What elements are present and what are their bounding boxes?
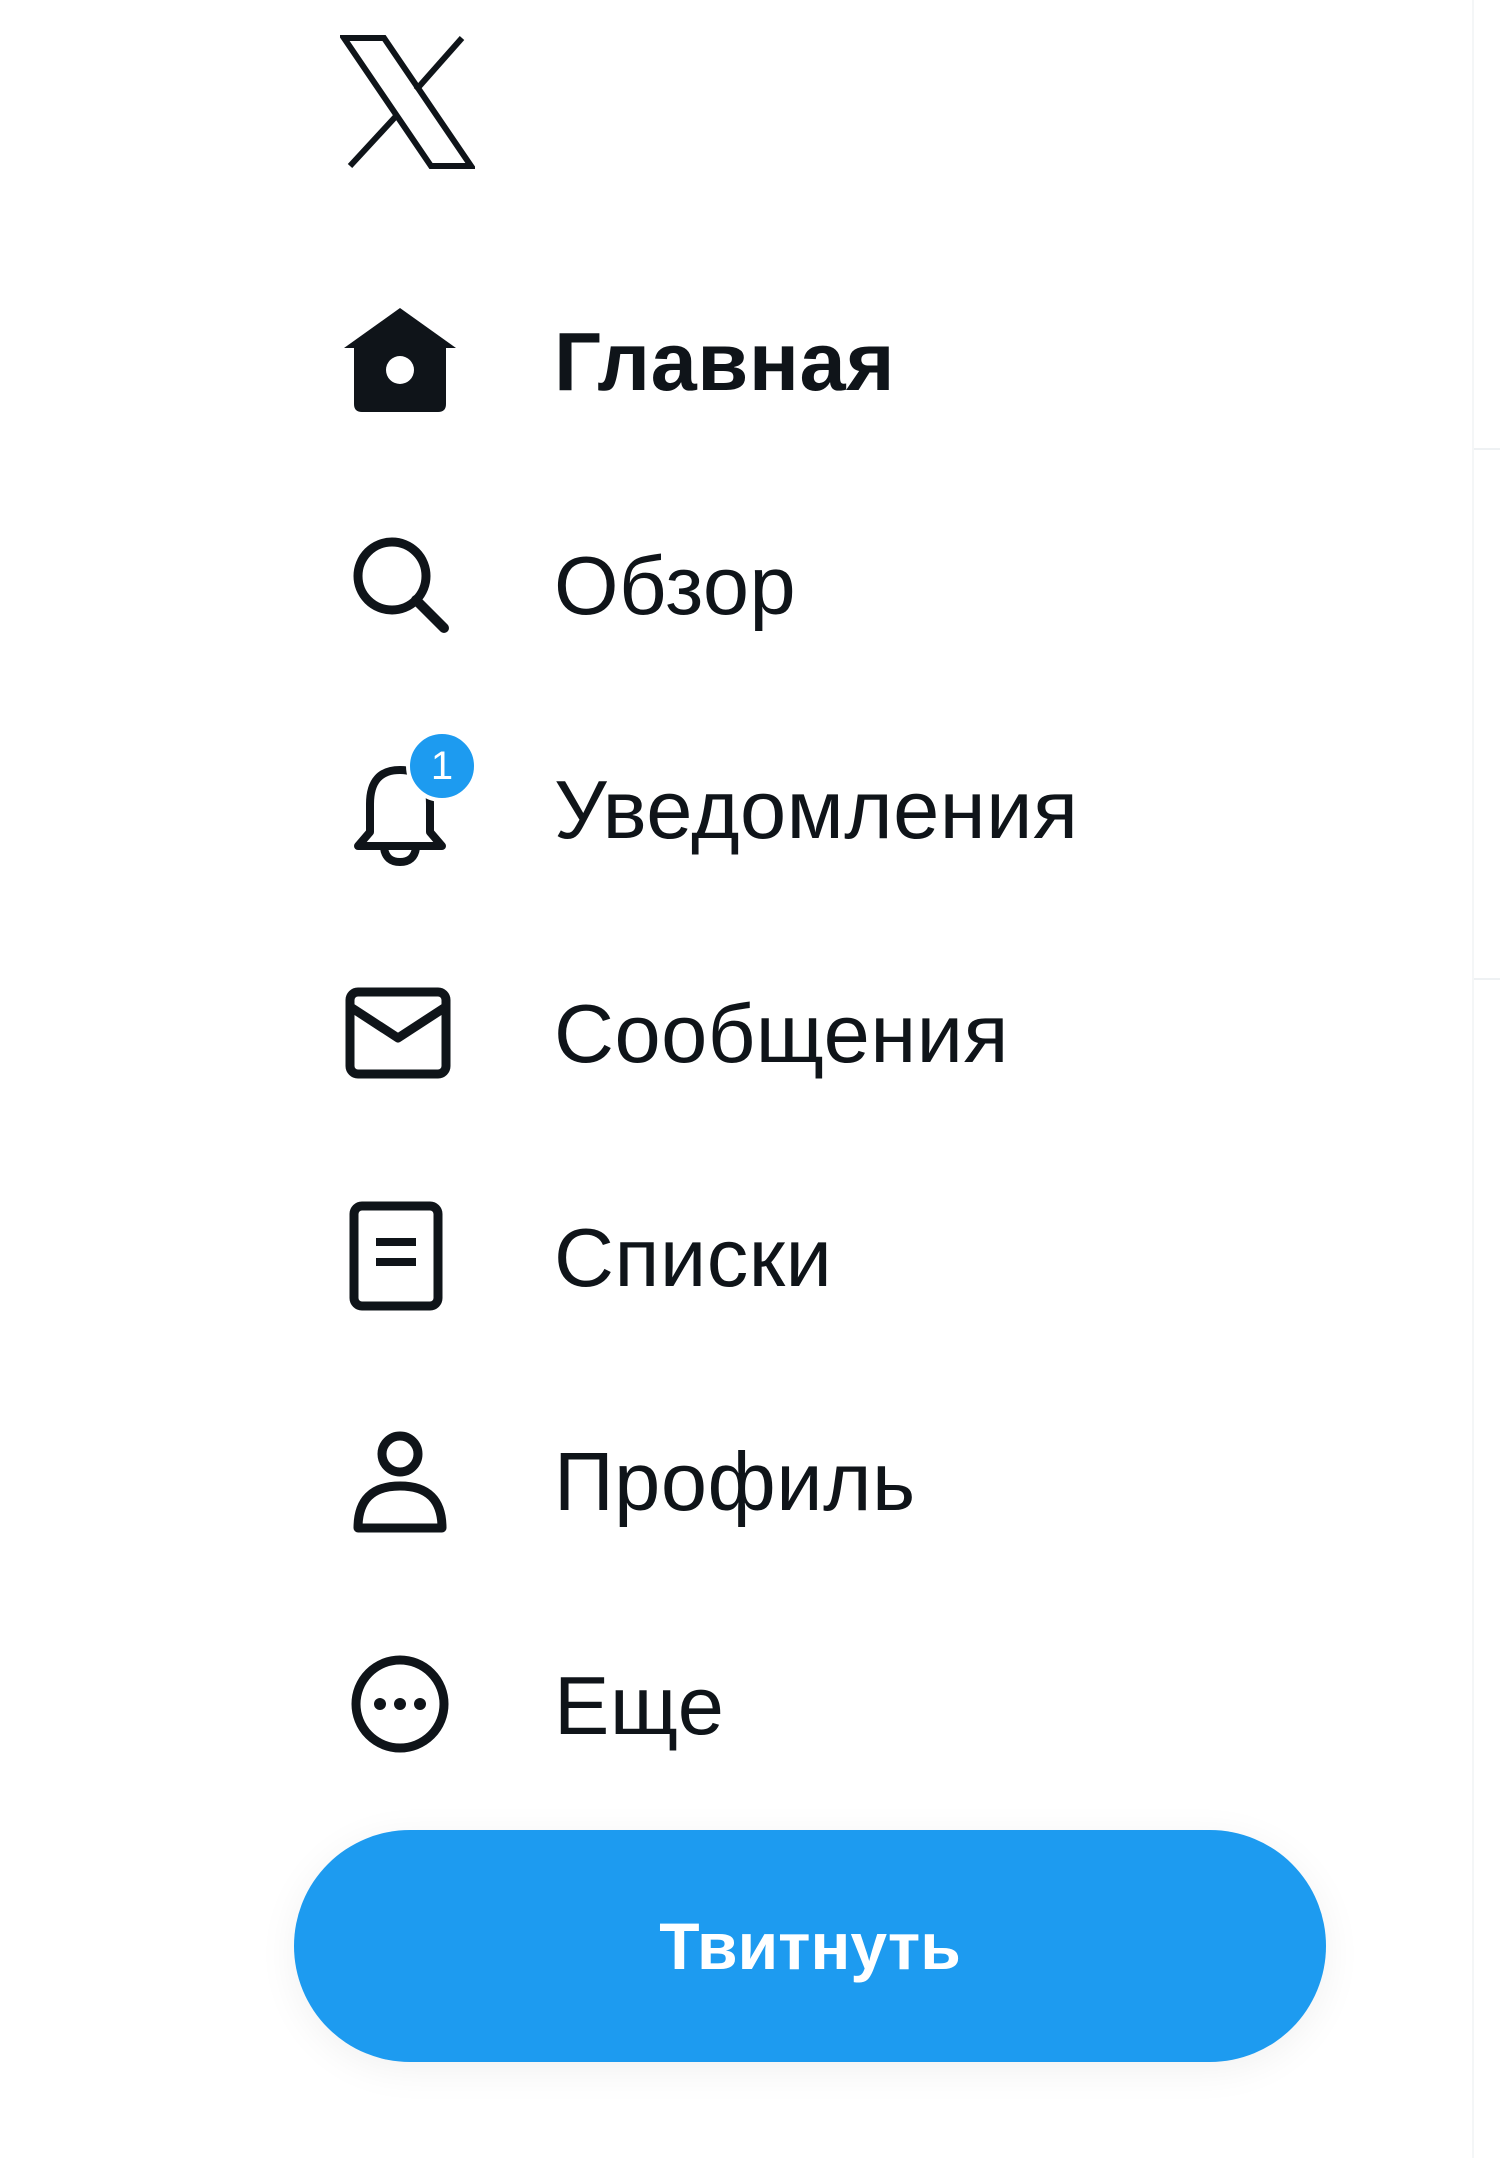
nav-item-label: Главная — [554, 315, 896, 408]
nav-item-label: Уведомления — [554, 763, 1079, 856]
x-logo-icon[interactable] — [338, 34, 477, 170]
nav-item-label: Обзор — [554, 539, 797, 632]
edge-divider — [1474, 448, 1500, 450]
nav-item-explore[interactable]: Обзор — [300, 494, 1300, 654]
nav-item-label: Списки — [554, 1211, 833, 1304]
more-circle-icon — [340, 1644, 460, 1764]
notification-count-badge: 1 — [406, 730, 478, 802]
nav-item-profile[interactable]: Профиль — [300, 1390, 1300, 1550]
nav-item-lists[interactable]: Списки — [300, 1166, 1300, 1326]
nav-item-more[interactable]: Еще — [300, 1614, 1300, 1774]
person-icon — [340, 1420, 460, 1540]
nav-item-messages[interactable]: Сообщения — [300, 942, 1300, 1102]
search-icon — [340, 524, 460, 644]
edge-divider — [1474, 978, 1500, 980]
tweet-button[interactable]: Твитнуть — [294, 1830, 1326, 2062]
nav-item-label: Сообщения — [554, 987, 1009, 1080]
envelope-icon — [340, 972, 460, 1092]
sidebar-page: Главная Обзор 1 Уведомления Сообщения Сп… — [0, 0, 1500, 2158]
home-icon — [340, 300, 460, 420]
nav-item-label: Профиль — [554, 1435, 916, 1528]
column-divider — [1472, 0, 1474, 2158]
list-icon — [340, 1196, 460, 1316]
nav-item-home[interactable]: Главная — [300, 270, 1300, 430]
nav-item-notifications[interactable]: 1 Уведомления — [300, 718, 1300, 878]
nav-item-label: Еще — [554, 1659, 725, 1752]
